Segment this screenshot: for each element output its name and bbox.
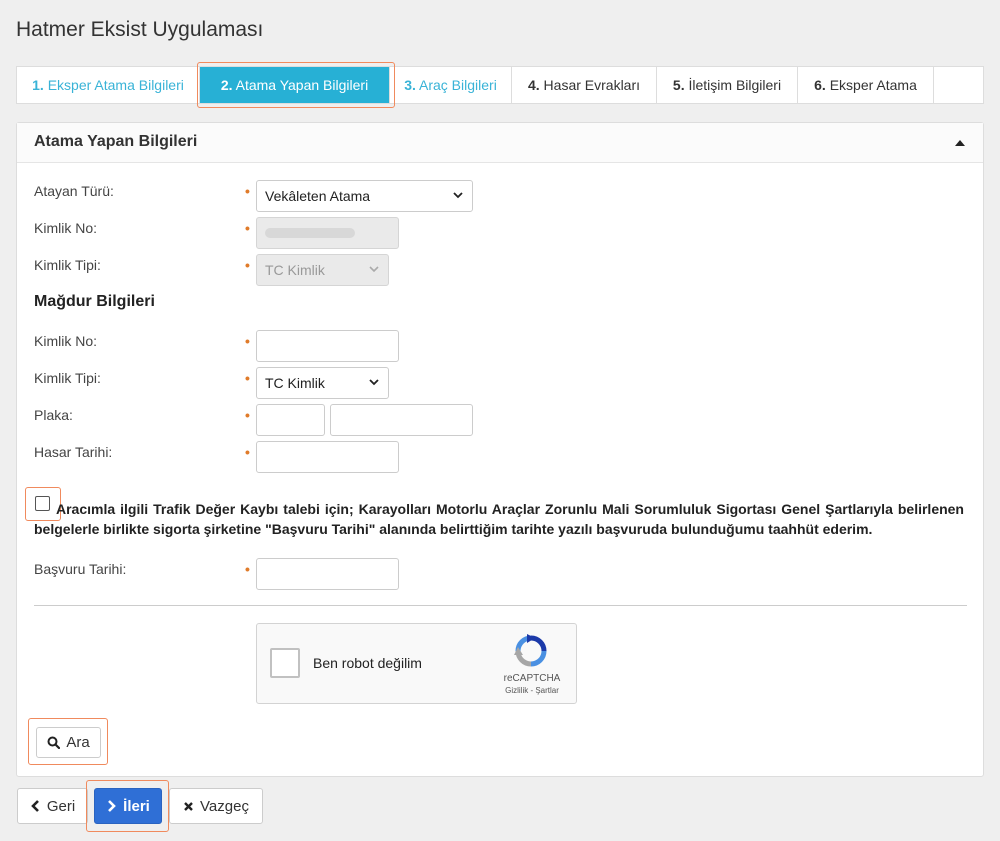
required-mark: • [245,333,250,349]
atayan-kimlik-no-label: Kimlik No: [34,220,98,236]
blurred-value-icon [265,228,355,238]
recaptcha-links[interactable]: Gizlilik - Şartlar [487,686,577,695]
tab-atama-yapan-bilgileri[interactable]: 2. Atama Yapan Bilgileri [200,67,390,103]
next-button[interactable]: İleri [94,788,162,824]
required-mark: • [245,220,250,236]
magdur-kimlik-no-input[interactable] [256,330,399,362]
atayan-turu-label: Atayan Türü: [34,183,114,199]
atayan-kimlik-no-input [256,217,399,249]
recaptcha-brand: reCAPTCHA [503,673,561,684]
magdur-kimlik-no-label: Kimlik No: [34,333,98,349]
atayan-turu-select[interactable]: Vekâleten Atama [256,180,473,212]
hasar-tarihi-input[interactable] [256,441,399,473]
panel-header[interactable]: Atama Yapan Bilgileri [17,123,983,163]
app-title: Hatmer Eksist Uygulaması [16,18,264,41]
atayan-kimlik-tipi-select: TC Kimlik [256,254,389,286]
basvuru-tarihi-label: Başvuru Tarihi: [34,561,127,577]
search-button[interactable]: Ara [36,727,101,758]
required-mark: • [245,444,250,460]
tab-eksper-atama-bilgileri[interactable]: 1. Eksper Atama Bilgileri [17,67,200,103]
plaka-il-input[interactable] [256,404,325,436]
wizard-tabs: 1. Eksper Atama Bilgileri 2. Atama Yapan… [16,66,984,104]
chevron-down-icon [369,266,379,273]
recaptcha-label: Ben robot değilim [313,655,422,671]
magdur-kimlik-tipi-select[interactable]: TC Kimlik [256,367,389,399]
recaptcha-checkbox[interactable] [270,648,300,678]
chevron-left-icon [30,800,39,812]
consent-text: Aracımla ilgili Trafik Değer Kaybı taleb… [34,501,964,537]
tab-arac-bilgileri[interactable]: 3. Araç Bilgileri [390,67,512,103]
required-mark: • [245,407,250,423]
chevron-down-icon [369,379,379,386]
recaptcha-widget: Ben robot değilim reCAPTCHA Gizlilik - Ş… [256,623,577,704]
atama-yapan-panel: Atama Yapan Bilgileri Atayan Türü: • Vek… [16,122,984,777]
back-button[interactable]: Geri [17,788,88,824]
plaka-label: Plaka: [34,407,73,423]
close-icon [184,801,193,811]
tab-iletisim-bilgileri[interactable]: 5. İletişim Bilgileri [657,67,798,103]
tab-hasar-evraklari[interactable]: 4. Hasar Evrakları [512,67,657,103]
search-icon [47,736,61,749]
chevron-right-icon [108,800,116,812]
required-mark: • [245,561,250,577]
required-mark: • [245,183,250,199]
recaptcha-logo-icon [514,634,547,667]
plaka-no-input[interactable] [330,404,473,436]
collapse-up-icon[interactable] [955,140,965,146]
chevron-down-icon [453,192,463,199]
atayan-kimlik-tipi-label: Kimlik Tipi: [34,257,101,273]
cancel-button[interactable]: Vazgeç [169,788,263,824]
required-mark: • [245,257,250,273]
divider [34,605,967,606]
magdur-kimlik-tipi-label: Kimlik Tipi: [34,370,101,386]
basvuru-tarihi-input[interactable] [256,558,399,590]
panel-title: Atama Yapan Bilgileri [34,133,198,150]
required-mark: • [245,370,250,386]
magdur-section-title: Mağdur Bilgileri [34,293,155,310]
hasar-tarihi-label: Hasar Tarihi: [34,444,113,460]
tab-eksper-atama[interactable]: 6. Eksper Atama [798,67,934,103]
